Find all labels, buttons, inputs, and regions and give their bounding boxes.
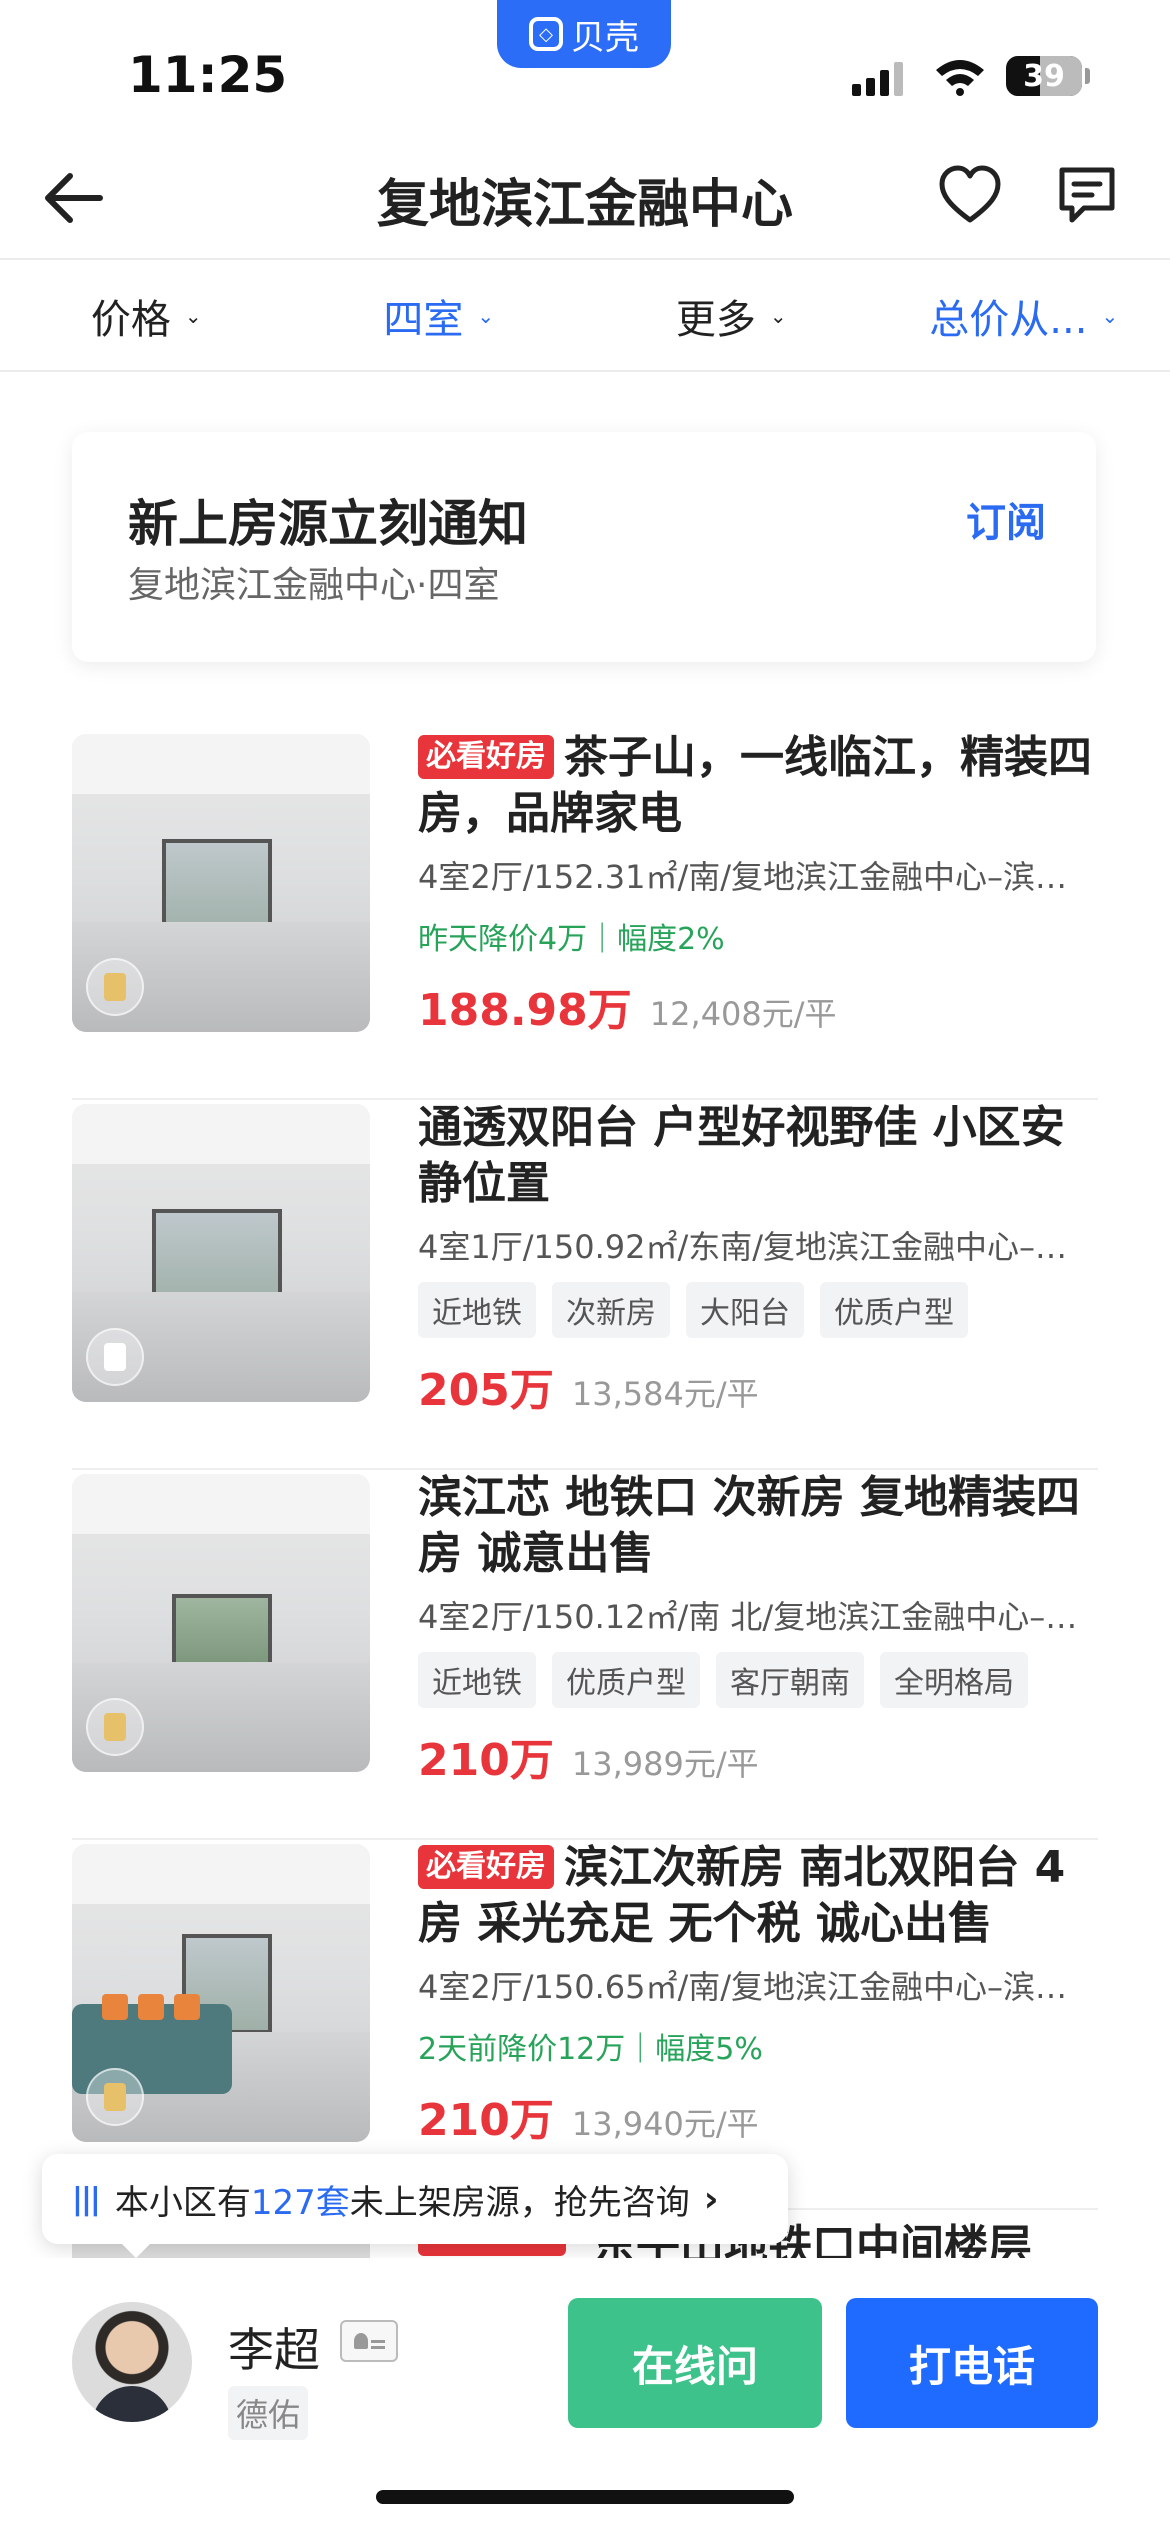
price-cut-note: 昨天降价4万｜幅度2%	[418, 922, 725, 957]
listing-unit-price: 13,989元/平	[571, 1745, 759, 1783]
toast-suffix: 未上架房源，抢先咨询	[349, 2182, 690, 2223]
chevron-down-icon: ⌄	[769, 304, 787, 328]
listing-item[interactable]: 必看好房 茶子山，一线临江，精装四房，品牌家电 4室2厅/152.31㎡/南/复地…	[72, 730, 1098, 1100]
agent-avatar[interactable]	[72, 2302, 192, 2422]
status-bar: 11:25 ◇ 贝壳 39	[0, 0, 1170, 130]
listing-meta: 4室2厅/150.65㎡/南/复地滨江金融中心–滨…	[418, 1968, 1068, 2006]
listing-tags: 近地铁 次新房 大阳台 优质户型	[418, 1282, 1098, 1338]
tag: 优质户型	[552, 1652, 700, 1708]
unlisted-homes-toast[interactable]: ||| 本小区有 127套 未上架房源，抢先咨询 ›	[42, 2154, 788, 2258]
filter-label: 四室	[383, 297, 464, 343]
listing-price: 188.98万	[418, 985, 632, 1036]
toast-prefix: 本小区有	[114, 2182, 251, 2223]
vr-tour-icon[interactable]	[86, 1328, 144, 1386]
id-card-icon[interactable]	[340, 2320, 398, 2362]
listing-item[interactable]: 通透双阳台 户型好视野佳 小区安静位置 4室1厅/150.92㎡/东南/复地滨江…	[72, 1100, 1098, 1470]
listing-photo[interactable]	[72, 734, 370, 1032]
subscribe-subtitle: 复地滨江金融中心·四室	[128, 565, 500, 606]
listing-unit-price: 13,940元/平	[571, 2105, 759, 2143]
listing-meta: 4室2厅/150.12㎡/南 北/复地滨江金融中心–…	[418, 1598, 1078, 1636]
listing-meta: 4室2厅/152.31㎡/南/复地滨江金融中心–滨…	[418, 858, 1068, 896]
tag: 客厅朝南	[716, 1652, 864, 1708]
app-badge-label: 贝壳	[571, 17, 639, 58]
listing-unit-price: 13,584元/平	[571, 1375, 759, 1413]
listing-title: 滨江芯 地铁口 次新房 复地精装四房 诚意出售	[418, 1472, 1080, 1579]
filter-rooms[interactable]: 四室 ⌄	[293, 262, 586, 370]
tag: 近地铁	[418, 1282, 536, 1338]
chevron-down-icon: ⌄	[1101, 304, 1119, 328]
tag: 大阳台	[686, 1282, 804, 1338]
listing-meta: 4室1厅/150.92㎡/东南/复地滨江金融中心–…	[418, 1228, 1068, 1266]
tag: 优质户型	[820, 1282, 968, 1338]
toast-count: 127套	[250, 2182, 350, 2223]
price-cut-note: 2天前降价12万｜幅度5%	[418, 2032, 763, 2067]
filter-sort[interactable]: 总价从... ⌄	[878, 262, 1170, 370]
hot-tag: 必看好房	[418, 1845, 554, 1889]
listing-item[interactable]: 滨江芯 地铁口 次新房 复地精装四房 诚意出售 4室2厅/150.12㎡/南 北…	[72, 1470, 1098, 1840]
tag: 次新房	[552, 1282, 670, 1338]
filter-more[interactable]: 更多 ⌄	[585, 262, 878, 370]
chevron-down-icon: ⌄	[184, 304, 202, 328]
listing-photo[interactable]	[72, 1474, 370, 1772]
vr-tour-icon[interactable]	[86, 2068, 144, 2126]
tag: 近地铁	[418, 1652, 536, 1708]
filter-label: 总价从...	[929, 297, 1088, 343]
agent-name: 李超	[228, 2323, 320, 2377]
listing-price: 205万	[418, 1365, 554, 1416]
status-time: 11:25	[128, 46, 288, 104]
filter-price[interactable]: 价格 ⌄	[0, 262, 293, 370]
listing-price: 210万	[418, 2095, 554, 2146]
listing-photo[interactable]	[72, 1104, 370, 1402]
message-icon[interactable]	[1056, 164, 1118, 226]
nav-bar: 复地滨江金融中心	[0, 140, 1170, 260]
filter-label: 价格	[90, 297, 171, 343]
listing-title: 通透双阳台 户型好视野佳 小区安静位置	[418, 1102, 1065, 1209]
listing-price: 210万	[418, 1735, 554, 1786]
battery-icon: 39	[1006, 56, 1082, 96]
vr-tour-icon[interactable]	[86, 958, 144, 1016]
cellular-signal-icon	[852, 62, 903, 96]
call-button[interactable]: 打电话	[846, 2298, 1098, 2428]
filter-bar: 价格 ⌄ 四室 ⌄ 更多 ⌄ 总价从... ⌄	[0, 262, 1170, 372]
listing-list: 必看好房 茶子山，一线临江，精装四房，品牌家电 4室2厅/152.31㎡/南/复地…	[72, 730, 1098, 2210]
listing-photo[interactable]	[72, 1844, 370, 2142]
listing-tags: 近地铁 优质户型 客厅朝南 全明格局	[418, 1652, 1098, 1708]
app-badge[interactable]: ◇ 贝壳	[497, 0, 671, 68]
favorite-heart-icon[interactable]	[938, 164, 1002, 228]
beike-logo-icon: ◇	[529, 17, 563, 51]
chevron-down-icon: ⌄	[477, 304, 495, 328]
tag: 全明格局	[880, 1652, 1028, 1708]
subscribe-card: 新上房源立刻通知 复地滨江金融中心·四室 订阅	[72, 432, 1096, 662]
home-indicator	[376, 2490, 794, 2504]
battery-level: 39	[1023, 58, 1065, 94]
hot-tag: 必看好房	[418, 735, 554, 779]
wifi-icon	[936, 60, 984, 96]
vr-tour-icon[interactable]	[86, 1698, 144, 1756]
subscribe-button[interactable]: 订阅	[966, 490, 1046, 548]
signal-bars-icon: |||	[72, 2181, 101, 2217]
subscribe-title: 新上房源立刻通知	[128, 495, 528, 553]
filter-label: 更多	[675, 297, 756, 343]
agent-company: 德佑	[228, 2386, 309, 2440]
chevron-right-icon: ›	[703, 2178, 719, 2220]
battery-cap	[1085, 68, 1090, 84]
online-chat-button[interactable]: 在线问	[568, 2298, 822, 2428]
listing-unit-price: 12,408元/平	[649, 995, 837, 1033]
